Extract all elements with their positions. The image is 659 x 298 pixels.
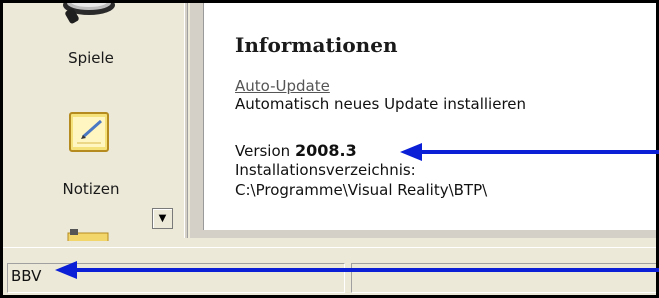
sidebar-item-notizen[interactable]: Notizen [3, 103, 179, 213]
chevron-down-icon: ▼ [158, 213, 167, 224]
sidebar-item-label: Spiele [68, 49, 114, 67]
info-title: Informationen [235, 33, 398, 57]
notepad-icon [69, 112, 109, 152]
version-label: Version [235, 142, 291, 160]
sidebar-item-label: Notizen [62, 180, 120, 198]
sidebar-item-spiele[interactable]: Spiele [3, 3, 179, 78]
install-dir-label: Installationsverzeichnis: [235, 161, 416, 179]
install-dir-path: C:\Programme\Visual Reality\BTP\ [235, 181, 488, 199]
version-value: 2008.3 [294, 141, 357, 160]
auto-update-description: Automatisch neues Update installieren [235, 95, 527, 113]
status-text: BBV [11, 267, 42, 285]
folder-icon [67, 229, 109, 241]
info-panel: Informationen Auto-Update Automatisch ne… [203, 3, 656, 230]
joystick-icon [63, 3, 115, 24]
arrow-status-icon [55, 261, 659, 279]
version-line: Version 2008.3 [235, 141, 357, 160]
scroll-down-button[interactable]: ▼ [152, 208, 173, 229]
auto-update-link[interactable]: Auto-Update [235, 77, 330, 95]
sidebar: Spiele Notizen ▼ [3, 3, 184, 241]
sidebar-divider[interactable] [184, 3, 188, 238]
arrow-version-icon [400, 143, 659, 161]
